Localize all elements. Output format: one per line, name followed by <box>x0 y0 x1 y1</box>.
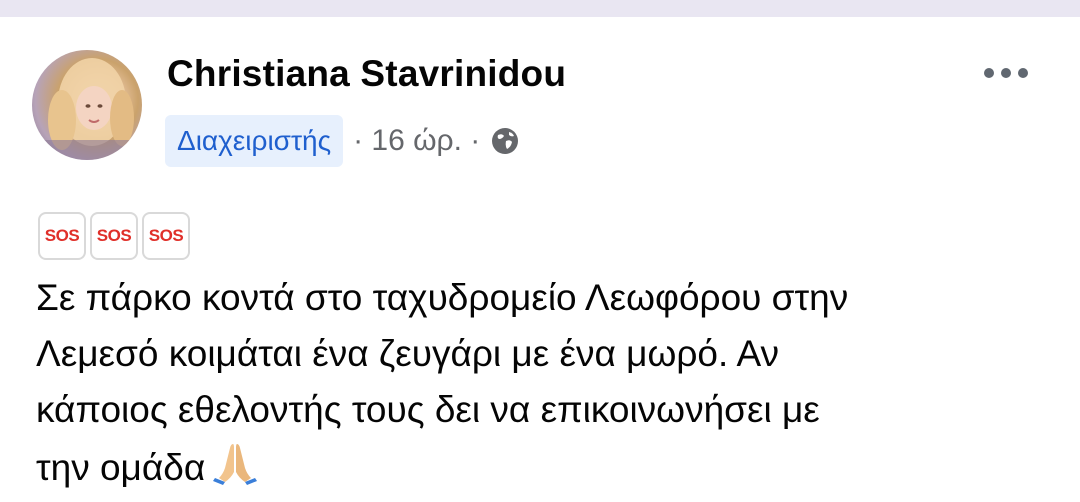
dot <box>1001 68 1011 78</box>
more-options-icon[interactable] <box>978 58 1034 88</box>
post-text-line: Σε πάρκο κοντά στο ταχυδρομείο Λεωφόρου … <box>36 277 849 318</box>
sos-icon: SOS <box>90 212 138 260</box>
post-text-line: την ομάδα <box>36 447 206 488</box>
folded-hands-icon <box>211 438 259 486</box>
post-text-last-line: την ομάδα <box>36 438 1066 496</box>
author-name[interactable]: Christiana Stavrinidou <box>167 53 566 95</box>
post-text-line: κάποιος εθελοντής τους δει να επικοινωνή… <box>36 389 820 430</box>
post-timestamp[interactable]: · 16 ώρ. · <box>353 124 480 158</box>
globe-icon[interactable] <box>490 126 520 156</box>
admin-role-badge[interactable]: Διαχειριστής <box>165 115 344 167</box>
dot <box>984 68 994 78</box>
sos-icon: SOS <box>142 212 190 260</box>
sos-emoji-row: SOS SOS SOS <box>38 212 190 260</box>
author-avatar[interactable] <box>32 50 142 160</box>
top-divider-strip <box>0 0 1080 17</box>
post-meta-row: Διαχειριστής · 16 ώρ. · <box>165 115 520 167</box>
post-text: Σε πάρκο κοντά στο ταχυδρομείο Λεωφόρου … <box>36 270 1066 496</box>
dot <box>1018 68 1028 78</box>
post-text-line: Λεμεσό κοιμάται ένα ζευγάρι με ένα μωρό.… <box>36 333 780 374</box>
sos-icon: SOS <box>38 212 86 260</box>
